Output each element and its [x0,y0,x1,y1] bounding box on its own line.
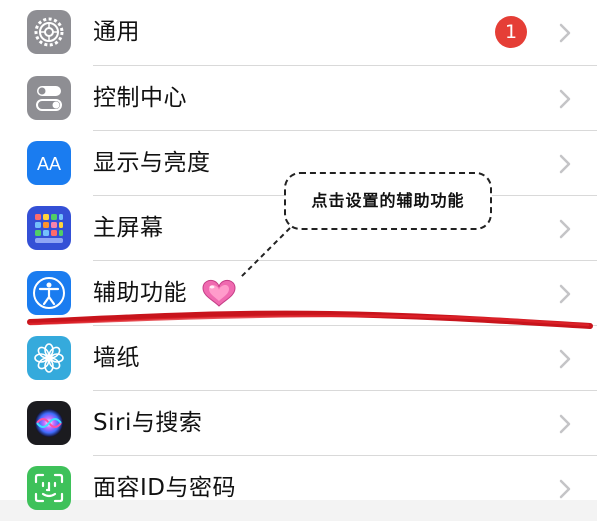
settings-list: 通用 1 控制中心 AA 显示与亮度 主屏幕 辅助功能 墙纸 Siri与搜索 面… [0,0,597,510]
chevron-right-icon [558,283,572,305]
settings-row-label: 主屏幕 [93,215,164,241]
settings-row-siri-search[interactable]: Siri与搜索 [0,391,597,456]
chevron-right-icon [558,478,572,500]
settings-row-accessibility[interactable]: 辅助功能 [0,261,597,326]
settings-row-label: 墙纸 [93,345,140,371]
svg-text:AA: AA [37,154,61,174]
siri-orb-icon [27,401,71,445]
face-id-icon [27,466,71,510]
settings-row-label: 通用 [93,19,140,45]
chevron-right-icon [558,413,572,435]
settings-row-label: Siri与搜索 [93,410,203,436]
settings-row-general[interactable]: 通用 1 [0,0,597,65]
chevron-right-icon [558,22,572,44]
app-grid-icon [27,206,71,250]
chevron-right-icon [558,218,572,240]
settings-row-label: 控制中心 [93,85,187,111]
text-size-aa-icon: AA [27,141,71,185]
notification-badge: 1 [495,16,527,48]
callout-text: 点击设置的辅助功能 [311,191,465,210]
settings-row-label: 显示与亮度 [93,150,211,176]
gear-icon [27,10,71,54]
chevron-right-icon [558,88,572,110]
flower-icon [27,336,71,380]
chevron-right-icon [558,348,572,370]
settings-row-label: 辅助功能 [93,280,187,306]
settings-row-label: 面容ID与密码 [93,475,236,501]
chevron-right-icon [558,153,572,175]
settings-row-face-id-passcode[interactable]: 面容ID与密码 [0,456,597,521]
settings-row-wallpaper[interactable]: 墙纸 [0,326,597,391]
accessibility-person-icon [27,271,71,315]
callout-bubble: 点击设置的辅助功能 [284,172,492,230]
toggle-switches-icon [27,76,71,120]
settings-row-control-center[interactable]: 控制中心 [0,66,597,131]
